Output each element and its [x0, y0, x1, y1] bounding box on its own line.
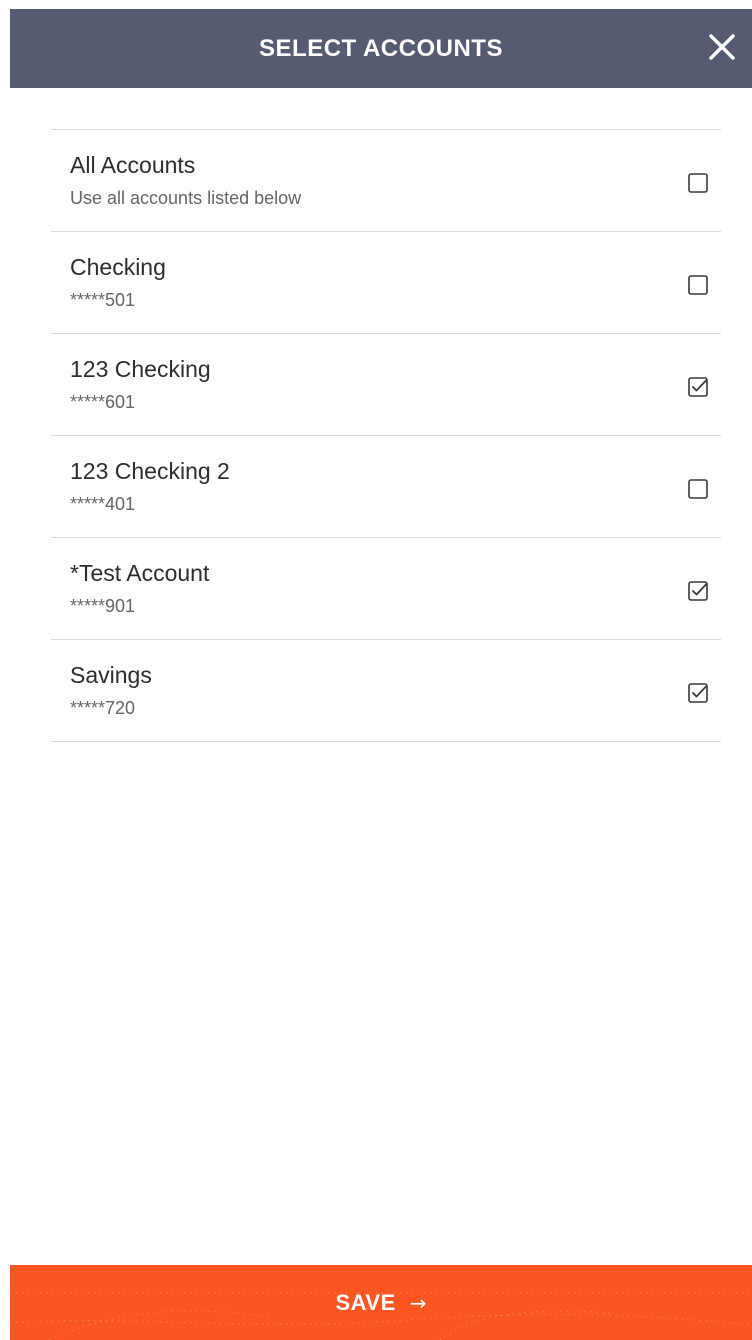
account-number: *****601 — [70, 392, 136, 412]
checkbox-unchecked-icon — [688, 275, 708, 295]
save-button[interactable]: SAVE → — [10, 1265, 752, 1340]
checkbox-unchecked-icon — [688, 479, 708, 499]
checkbox-checked-icon — [688, 377, 708, 397]
account-checkbox[interactable] — [687, 478, 709, 500]
close-icon — [709, 34, 735, 60]
save-label: SAVE — [335, 1289, 396, 1315]
account-list: All Accounts Use all accounts listed bel… — [51, 129, 721, 742]
account-row-123-checking[interactable]: 123 Checking *****601 — [51, 334, 721, 436]
account-description: Use all accounts listed below — [70, 188, 302, 208]
account-name: All Accounts — [70, 152, 196, 178]
panel-header: SELECT ACCOUNTS — [10, 9, 752, 88]
panel-title: SELECT ACCOUNTS — [259, 34, 503, 62]
account-checkbox[interactable] — [687, 682, 709, 704]
account-name: 123 Checking — [70, 356, 211, 382]
account-number: *****720 — [70, 698, 136, 718]
account-row-all-accounts[interactable]: All Accounts Use all accounts listed bel… — [51, 130, 721, 232]
account-number: *****401 — [70, 494, 136, 514]
account-row-savings[interactable]: Savings *****720 — [51, 640, 721, 742]
select-accounts-panel: SELECT ACCOUNTS All Accounts Use all acc… — [0, 0, 752, 1340]
account-row-123-checking-2[interactable]: 123 Checking 2 *****401 — [51, 436, 721, 538]
account-name: Savings — [70, 662, 152, 688]
checkbox-unchecked-icon — [688, 173, 708, 193]
account-checkbox[interactable] — [687, 274, 709, 296]
account-row-checking[interactable]: Checking *****501 — [51, 232, 721, 334]
checkbox-checked-icon — [688, 683, 708, 703]
account-name: 123 Checking 2 — [70, 458, 230, 484]
account-checkbox[interactable] — [687, 376, 709, 398]
account-number: *****901 — [70, 596, 136, 616]
account-checkbox[interactable] — [687, 172, 709, 194]
account-row-test-account[interactable]: *Test Account *****901 — [51, 538, 721, 640]
account-name: *Test Account — [70, 560, 210, 586]
close-button[interactable] — [706, 31, 738, 63]
arrow-right-icon: → — [409, 1290, 427, 1315]
checkbox-checked-icon — [688, 581, 708, 601]
account-number: *****501 — [70, 290, 136, 310]
account-checkbox[interactable] — [687, 580, 709, 602]
account-name: Checking — [70, 254, 166, 280]
